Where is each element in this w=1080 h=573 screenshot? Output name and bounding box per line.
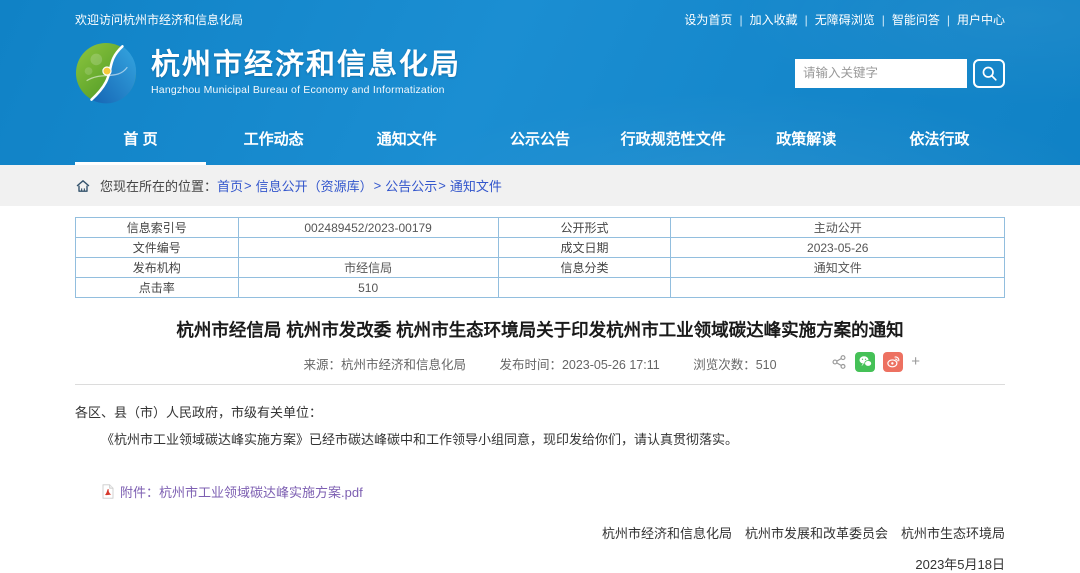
top-link-smart-qa[interactable]: 智能问答 <box>892 11 940 28</box>
breadcrumb-link-info-disclosure[interactable]: 信息公开（资源库） <box>256 176 373 195</box>
document-date: 2023年5月18日 <box>75 554 1005 573</box>
nav-administrative-normative-documents[interactable]: 行政规范性文件 <box>608 116 739 165</box>
breadcrumb-prefix: 您现在所在的位置： <box>100 176 217 195</box>
article-meta: 来源：杭州市经济和信息化局 发布时间：2023-05-26 17:11 浏览次数… <box>75 354 1005 385</box>
weibo-icon[interactable] <box>883 352 903 372</box>
search-input[interactable] <box>795 59 967 88</box>
main-content: 信息索引号 002489452/2023-00179 公开形式 主动公开 文件编… <box>0 217 1080 573</box>
site-name: 杭州市经济和信息化局 <box>151 50 461 80</box>
breadcrumb-separator: > <box>374 178 382 193</box>
logo-globe-icon <box>75 42 137 104</box>
breadcrumb-separator: > <box>244 178 252 193</box>
nav-policy-interpretation[interactable]: 政策解读 <box>741 116 872 165</box>
article-body: 各区、县（市）人民政府，市级有关单位： 《杭州市工业领域碳达峰实施方案》已经市碳… <box>75 401 1005 452</box>
top-link-add-favorites[interactable]: 加入收藏 <box>750 11 798 28</box>
article-view-count: 浏览次数：510 <box>693 358 776 372</box>
share-more-button[interactable]: + <box>911 353 920 370</box>
document-number-value <box>238 238 498 258</box>
breadcrumb-link-announcements[interactable]: 公告公示 <box>385 176 437 195</box>
top-link-separator: | <box>882 13 885 27</box>
signing-agencies: 杭州市经济和信息化局 杭州市发展和改革委员会 杭州市生态环境局 <box>75 523 1005 542</box>
table-row: 文件编号 成文日期 2023-05-26 <box>76 238 1005 258</box>
top-link-separator: | <box>739 13 742 27</box>
issue-date-label: 成文日期 <box>498 238 671 258</box>
disclosure-form-value: 主动公开 <box>671 218 1005 238</box>
table-row: 点击率 510 <box>76 278 1005 298</box>
top-link-user-center[interactable]: 用户中心 <box>957 11 1005 28</box>
share-nodes-icon[interactable] <box>831 354 847 370</box>
top-link-separator: | <box>947 13 950 27</box>
site-title: 杭州市经济和信息化局 Hangzhou Municipal Bureau of … <box>151 50 461 95</box>
table-row: 发布机构 市经信局 信息分类 通知文件 <box>76 258 1005 278</box>
info-index-value: 002489452/2023-00179 <box>238 218 498 238</box>
share-bar: + <box>831 352 920 372</box>
top-link-separator: | <box>805 13 808 27</box>
info-index-label: 信息索引号 <box>76 218 239 238</box>
issuing-agency-label: 发布机构 <box>76 258 239 278</box>
salutation-paragraph: 各区、县（市）人民政府，市级有关单位： <box>75 401 1005 424</box>
site-name-english: Hangzhou Municipal Bureau of Economy and… <box>151 84 461 96</box>
welcome-text: 欢迎访问杭州市经济和信息化局 <box>75 11 243 28</box>
click-rate-label: 点击率 <box>76 278 239 298</box>
article-publish-time: 发布时间：2023-05-26 17:11 <box>499 358 659 372</box>
document-number-label: 文件编号 <box>76 238 239 258</box>
top-utility-bar: 欢迎访问杭州市经济和信息化局 设为首页 | 加入收藏 | 无障碍浏览 | 智能问… <box>0 0 1080 32</box>
site-search <box>795 59 1005 88</box>
issue-date-value: 2023-05-26 <box>671 238 1005 258</box>
magnifier-icon <box>981 65 998 82</box>
nav-notice-documents[interactable]: 通知文件 <box>341 116 472 165</box>
nav-home[interactable]: 首 页 <box>75 116 206 165</box>
breadcrumb: 您现在所在的位置： 首页 > 信息公开（资源库） > 公告公示 > 通知文件 <box>0 165 1080 206</box>
info-category-label: 信息分类 <box>498 258 671 278</box>
info-category-value: 通知文件 <box>671 258 1005 278</box>
issuing-agency-value: 市经信局 <box>238 258 498 278</box>
search-button[interactable] <box>973 59 1005 88</box>
pdf-icon <box>101 484 115 499</box>
nav-law-based-administration[interactable]: 依法行政 <box>874 116 1005 165</box>
breadcrumb-link-home[interactable]: 首页 <box>217 176 243 195</box>
attachment-row: 附件：杭州市工业领域碳达峰实施方案.pdf <box>101 482 1005 501</box>
article-title: 杭州市经信局 杭州市发改委 杭州市生态环境局关于印发杭州市工业领域碳达峰实施方案… <box>75 319 1005 342</box>
nav-public-announcements[interactable]: 公示公告 <box>474 116 605 165</box>
document-info-table: 信息索引号 002489452/2023-00179 公开形式 主动公开 文件编… <box>75 217 1005 298</box>
top-link-accessibility[interactable]: 无障碍浏览 <box>815 11 875 28</box>
breadcrumb-link-notice-documents[interactable]: 通知文件 <box>450 176 502 195</box>
click-rate-value: 510 <box>238 278 498 298</box>
empty-value-cell <box>671 278 1005 298</box>
main-nav: 首 页 工作动态 通知文件 公示公告 行政规范性文件 政策解读 依法行政 <box>0 116 1080 165</box>
site-header: 欢迎访问杭州市经济和信息化局 设为首页 | 加入收藏 | 无障碍浏览 | 智能问… <box>0 0 1080 165</box>
top-link-set-homepage[interactable]: 设为首页 <box>684 11 732 28</box>
banner: 杭州市经济和信息化局 Hangzhou Municipal Bureau of … <box>0 32 1080 116</box>
attachment-link[interactable]: 附件：杭州市工业领域碳达峰实施方案.pdf <box>120 482 363 501</box>
body-paragraph: 《杭州市工业领域碳达峰实施方案》已经市碳达峰碳中和工作领导小组同意，现印发给你们… <box>75 428 1005 451</box>
nav-work-dynamics[interactable]: 工作动态 <box>208 116 339 165</box>
wechat-icon[interactable] <box>855 352 875 372</box>
article-source: 来源：杭州市经济和信息化局 <box>303 358 466 372</box>
breadcrumb-separator: > <box>438 178 446 193</box>
home-icon <box>75 178 91 194</box>
top-links: 设为首页 | 加入收藏 | 无障碍浏览 | 智能问答 | 用户中心 <box>684 11 1005 28</box>
disclosure-form-label: 公开形式 <box>498 218 671 238</box>
table-row: 信息索引号 002489452/2023-00179 公开形式 主动公开 <box>76 218 1005 238</box>
empty-label-cell <box>498 278 671 298</box>
